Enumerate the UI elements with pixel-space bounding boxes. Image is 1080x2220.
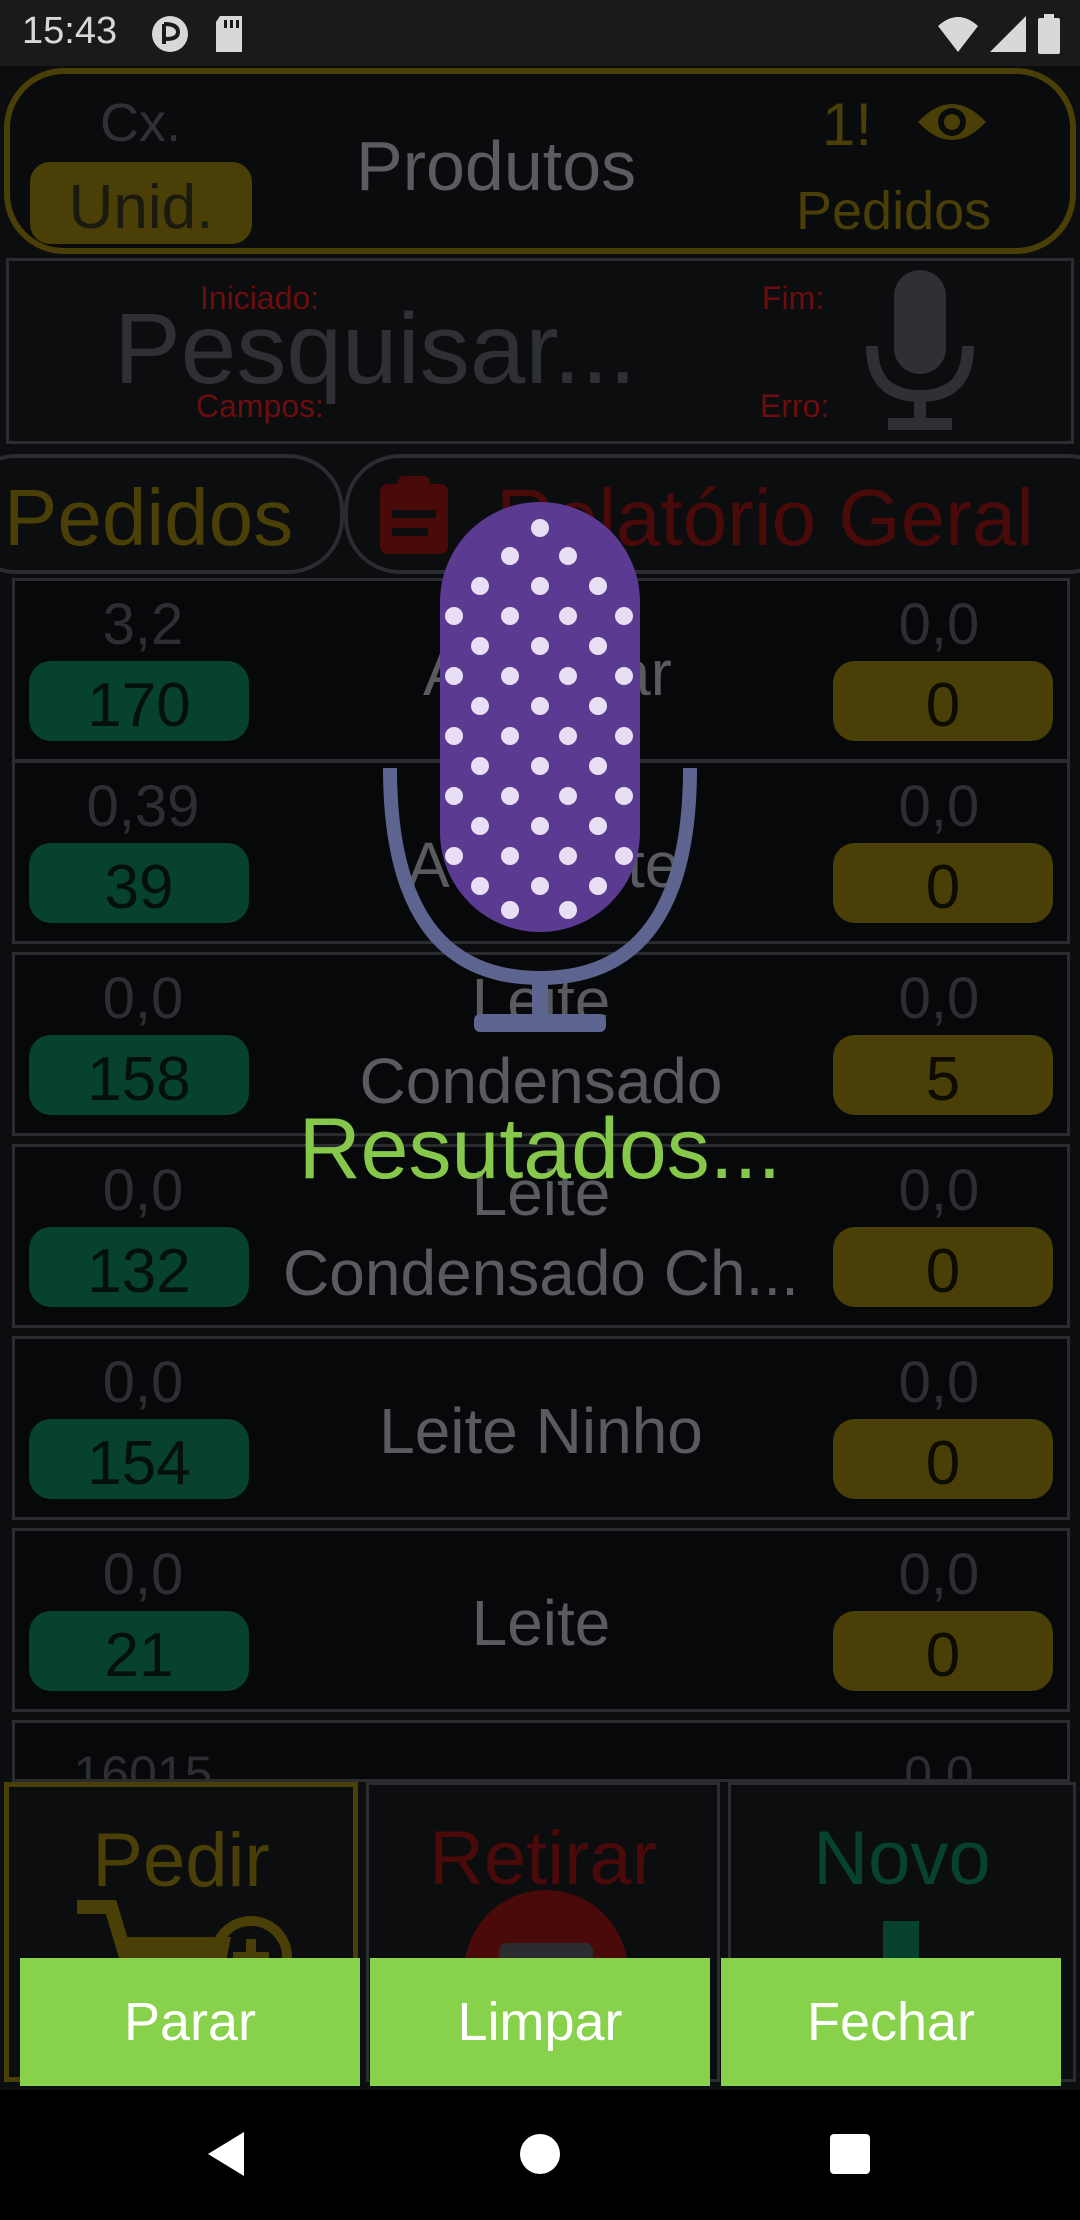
- home-icon[interactable]: [520, 2134, 560, 2174]
- order-unit-badge: 0: [833, 843, 1053, 923]
- stock-box-value: 0,0: [102, 1542, 184, 1607]
- product-name: Leite: [471, 1587, 611, 1659]
- app-notification-icon: [152, 16, 188, 52]
- order-box-value: 0,0: [898, 1542, 980, 1607]
- page-title: Produtos: [356, 127, 637, 205]
- order-box-value: 0,0: [898, 774, 980, 839]
- recents-icon[interactable]: [830, 2134, 870, 2174]
- close-button[interactable]: Fechar: [721, 1958, 1061, 2086]
- order-box-value: 0,0: [898, 1350, 980, 1415]
- voice-status-text: Resutados...: [298, 1101, 782, 1197]
- stock-unit-badge: 154: [29, 1419, 249, 1499]
- stock-unit-badge: 21: [29, 1611, 249, 1691]
- voice-mic-icon: [383, 502, 697, 1032]
- order-unit-badge: 0: [833, 1227, 1053, 1307]
- box-unit-toggle[interactable]: Cx.: [100, 92, 181, 154]
- orders-button[interactable]: Pedidos: [796, 180, 991, 242]
- eye-icon[interactable]: [914, 94, 990, 150]
- stock-box-value: 0,39: [86, 774, 200, 839]
- order-unit-badge: 0: [833, 661, 1053, 741]
- error-label: Erro:: [760, 388, 830, 424]
- sd-card-icon: [216, 16, 242, 52]
- started-label: Iniciado:: [200, 280, 320, 316]
- orders-count: 1!: [822, 91, 873, 158]
- product-name-line2: Condensado Ch...: [283, 1237, 799, 1309]
- stock-unit-badge: 39: [29, 843, 249, 923]
- end-label: Fim:: [762, 280, 825, 316]
- order-tile-label: Pedir: [92, 1818, 270, 1903]
- order-unit-badge: 0: [833, 1419, 1053, 1499]
- microphone-icon[interactable]: [862, 266, 978, 436]
- order-box-value: 0,0: [898, 966, 980, 1031]
- clear-button[interactable]: Limpar: [370, 1958, 710, 2086]
- order-box-value: 0,0: [904, 1746, 974, 1782]
- product-row[interactable]: 0,0 154 Leite Ninho 0,0 0: [12, 1336, 1070, 1520]
- stock-unit-badge: 170: [29, 661, 249, 741]
- stock-unit-badge: 132: [29, 1227, 249, 1307]
- status-time: 15:43: [22, 10, 118, 52]
- tab-pedidos[interactable]: Pedidos: [0, 454, 344, 574]
- search-input[interactable]: Pesquisar...: [114, 292, 637, 407]
- fields-label: Campos:: [196, 388, 325, 424]
- product-row[interactable]: 0,0 21 Leite 0,0 0: [12, 1528, 1070, 1712]
- stock-box-value: 0,0: [102, 966, 184, 1031]
- product-name: Leite Ninho: [379, 1395, 703, 1467]
- tab-pedidos-label: Pedidos: [4, 473, 294, 562]
- stop-button[interactable]: Parar: [20, 1958, 360, 2086]
- navigation-bar: [0, 2090, 1080, 2220]
- product-row-partial[interactable]: 16015 0,0: [12, 1720, 1070, 1782]
- order-unit-badge: 0: [833, 1611, 1053, 1691]
- stock-box-value: 16015: [73, 1746, 213, 1782]
- stock-box-value: 0,0: [102, 1350, 184, 1415]
- new-tile-label: Novo: [813, 1816, 991, 1901]
- order-box-value: 0,0: [898, 592, 980, 657]
- signal-icon: [990, 16, 1026, 52]
- wifi-icon: [938, 17, 978, 52]
- status-bar: 15:43: [0, 0, 1080, 66]
- back-icon[interactable]: [206, 2130, 246, 2178]
- unit-toggle-button[interactable]: Unid.: [30, 162, 252, 244]
- stock-box-value: 3,2: [102, 592, 184, 657]
- battery-icon: [1038, 14, 1060, 54]
